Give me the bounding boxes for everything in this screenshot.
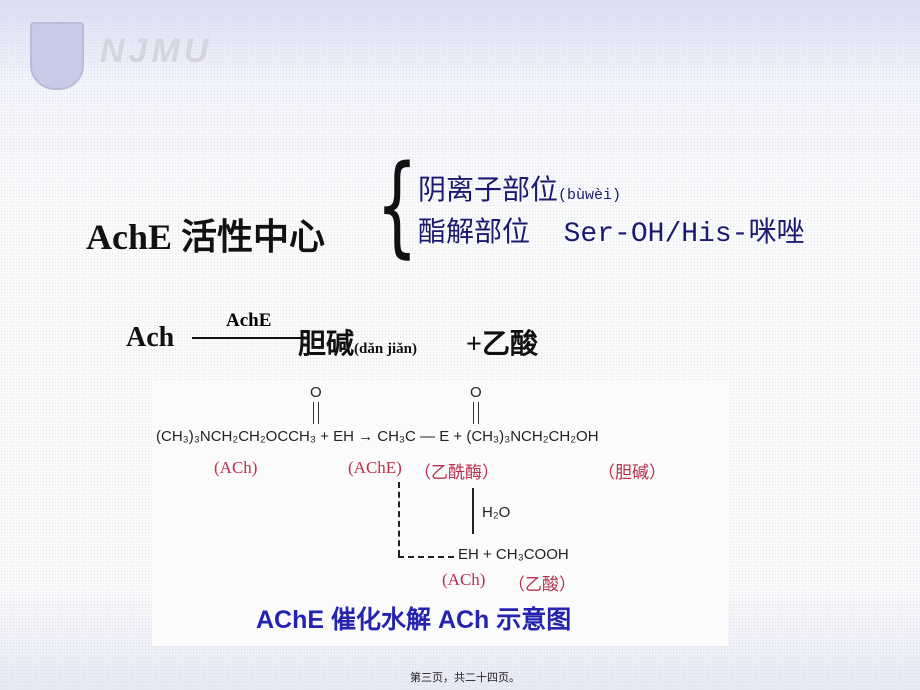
label-choline: （胆碱） (598, 463, 666, 482)
regeneration-arrow (398, 482, 400, 556)
slide-title: AchE 活性中心 (86, 217, 326, 257)
page-footer: 第三页，共二十四页。 (410, 671, 520, 684)
eq-enzyme: AchE (226, 310, 272, 331)
eq-product2: +乙酸 (466, 329, 538, 360)
label-ache: (AChE) (348, 458, 402, 477)
figure-caption: AChE 催化水解 ACh 示意图 (256, 606, 572, 634)
reaction-figure: O O (CH₃)₃NCH₂CH₂OCCH₃ + EH → CH₃C — E +… (152, 380, 728, 646)
site-anionic: 阴离子部位(bùwèi) (418, 177, 622, 208)
carbonyl-oxygen-2: O (470, 384, 482, 401)
reaction-line: (CH₃)₃NCH₂CH₂OCCH₃ + EH → CH₃C — E + (CH… (156, 428, 599, 445)
brace-icon: { (376, 141, 418, 269)
hydrolysis-products: EH + CH₃COOH (458, 546, 569, 563)
regeneration-line (398, 556, 454, 558)
eq-arrow-line (192, 337, 304, 339)
double-bond-2 (473, 402, 479, 424)
label-ach: (ACh) (214, 458, 258, 477)
site-esteratic: 酯解部位 Ser-OH/His-咪唑 (418, 219, 805, 250)
label-ach-2: (ACh) (442, 570, 486, 589)
eq-product1: 胆碱(dǎn jiǎn) (298, 329, 417, 360)
university-logo (30, 22, 84, 90)
slide: NJMU AchE 活性中心 { 阴离子部位(bùwèi) 酯解部位 Ser-O… (0, 0, 920, 690)
double-bond (313, 402, 319, 424)
carbonyl-oxygen: O (310, 384, 322, 401)
water-label: H₂O (482, 504, 511, 521)
eq-reactant: Ach (126, 322, 175, 353)
hydrolysis-arrow (472, 488, 474, 534)
logo-text: NJMU (100, 32, 213, 70)
label-acetic: （乙酸） (508, 575, 576, 594)
label-acetyl-enzyme: （乙酰酶） (414, 463, 499, 482)
